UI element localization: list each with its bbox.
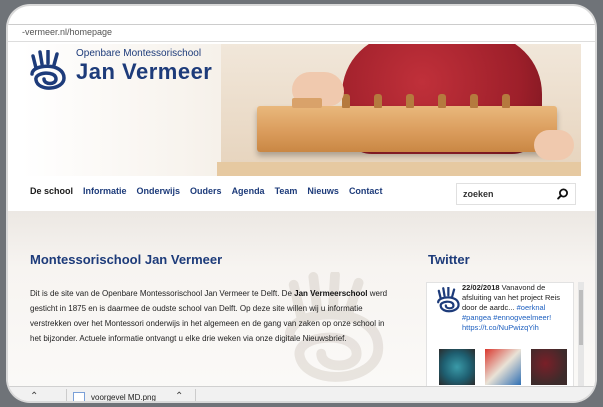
search-input[interactable]: zoeken (456, 183, 576, 205)
browser-window: -vermeer.nl/homepage Openbare Montessori… (8, 6, 595, 401)
twitter-heading: Twitter (428, 252, 470, 267)
peg (438, 94, 446, 108)
chevron-up-icon[interactable]: ⌃ (175, 391, 183, 401)
page-title: Montessorischool Jan Vermeer (30, 252, 223, 267)
tweet-photo[interactable] (439, 349, 475, 385)
tweet-photo[interactable] (485, 349, 521, 385)
twitter-feed: 22/02/2018 Vanavond de afsluiting van he… (426, 282, 574, 394)
tweet-avatar-icon[interactable] (435, 287, 463, 315)
peg (374, 94, 382, 108)
chevron-up-icon[interactable]: ⌃ (30, 391, 38, 401)
peg (502, 94, 510, 108)
nav-de-school[interactable]: De school (30, 186, 73, 196)
nav-agenda[interactable]: Agenda (232, 186, 265, 196)
search-placeholder: zoeken (463, 189, 494, 199)
scrollbar-thumb[interactable] (579, 290, 583, 345)
banner-block (292, 98, 322, 108)
peg (406, 94, 414, 108)
banner-hand (534, 130, 574, 160)
download-item[interactable]: voorgevel MD.png ⌃ (66, 389, 196, 401)
address-text[interactable]: -vermeer.nl/homepage (22, 27, 112, 37)
banner-table (217, 162, 581, 176)
twitter-scrollbar[interactable] (578, 282, 584, 392)
main-navigation: De school Informatie Onderwijs Ouders Ag… (30, 186, 382, 196)
search-icon[interactable] (557, 188, 569, 200)
nav-team[interactable]: Team (275, 186, 298, 196)
intro-paragraph: Dit is de site van de Openbare Montessor… (30, 286, 392, 346)
peg (470, 94, 478, 108)
image-file-icon (73, 392, 85, 401)
tweet-photo[interactable] (531, 349, 567, 385)
tweet-link[interactable]: https://t.co/NuPwizqYih (462, 323, 539, 332)
download-file-name[interactable]: voorgevel MD.png (91, 393, 156, 401)
tweet-hashtag[interactable]: #pangea (462, 313, 491, 322)
intro-school-name: Jan Vermeerschool (294, 289, 368, 298)
nav-onderwijs[interactable]: Onderwijs (137, 186, 181, 196)
nav-contact[interactable]: Contact (349, 186, 383, 196)
tweet-text: 22/02/2018 Vanavond de afsluiting van he… (462, 283, 572, 333)
tweet-hashtag[interactable]: #ennogveelmeer! (493, 313, 551, 322)
intro-text: Dit is de site van de Openbare Montessor… (30, 289, 295, 298)
tweet-date: 22/02/2018 (462, 283, 500, 292)
address-bar[interactable]: -vermeer.nl/homepage (8, 24, 595, 42)
tweet-hashtag[interactable]: #oerknal (517, 303, 546, 312)
nav-nieuws[interactable]: Nieuws (307, 186, 339, 196)
nav-ouders[interactable]: Ouders (190, 186, 222, 196)
nav-informatie[interactable]: Informatie (83, 186, 127, 196)
download-bar: ⌃ voorgevel MD.png ⌃ (8, 386, 595, 401)
logo-subtitle: Openbare Montessorischool (76, 48, 202, 59)
montessori-material (257, 106, 557, 152)
hand-spiral-logo-icon[interactable] (28, 50, 70, 94)
logo-title[interactable]: Jan Vermeer (76, 59, 212, 85)
